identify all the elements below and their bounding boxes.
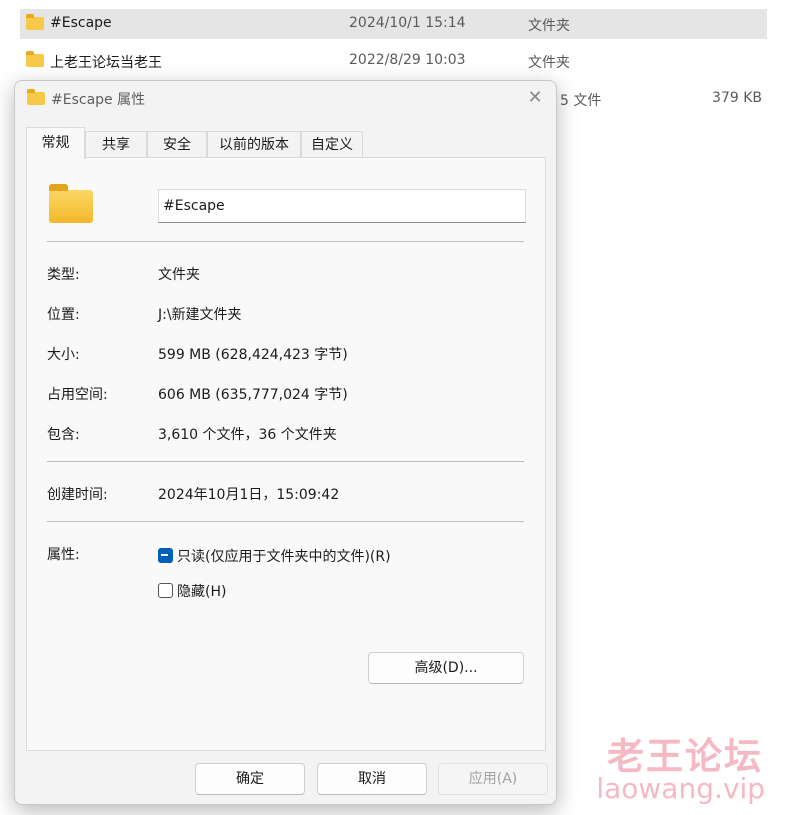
folder-icon [49,184,93,223]
readonly-label[interactable]: 只读(仅应用于文件夹中的文件)(R) [177,546,391,566]
hidden-label[interactable]: 隐藏(H) [177,581,226,601]
tab-sharing[interactable]: 共享 [85,131,147,158]
folder-icon [27,89,45,105]
contains-label: 包含: [47,427,80,443]
cancel-button[interactable]: 取消 [317,763,427,795]
size-label: 大小: [47,347,80,363]
folder-name-input[interactable] [158,189,526,223]
watermark-en: laowang.vip [596,772,765,805]
file-row-laowang[interactable]: 上老王论坛当老王 2022/8/29 10:03 文件夹 [20,46,767,76]
dialog-title: #Escape 属性 [51,92,146,108]
file-size: 379 KB [712,90,762,106]
file-type: 文件夹 [528,55,570,71]
general-panel: 类型: 文件夹 位置: J:\新建文件夹 大小: 599 MB (628,424… [26,157,546,751]
created-value: 2024年10月1日，15:09:42 [158,487,340,503]
tab-previous-versions[interactable]: 以前的版本 [207,131,301,158]
advanced-button[interactable]: 高级(D)... [368,652,524,684]
file-name: #Escape [50,15,112,31]
type-label: 类型: [47,267,80,283]
disk-size-value: 606 MB (635,777,024 字节) [158,387,348,403]
attributes-label: 属性: [47,547,80,563]
file-type-partial: 5 文件 [560,93,602,109]
apply-button[interactable]: 应用(A) [438,763,548,795]
folder-icon [26,14,44,30]
disk-size-label: 占用空间: [47,387,108,403]
location-value: J:\新建文件夹 [158,307,242,323]
type-value: 文件夹 [158,267,200,283]
file-date: 2024/10/1 15:14 [349,15,466,31]
divider [47,461,524,462]
location-label: 位置: [47,307,80,323]
file-row-escape[interactable]: #Escape 2024/10/1 15:14 文件夹 [20,9,767,39]
size-value: 599 MB (628,424,423 字节) [158,347,348,363]
hidden-checkbox[interactable] [158,583,173,598]
tab-security[interactable]: 安全 [147,131,207,158]
tab-customize[interactable]: 自定义 [301,131,363,158]
file-date: 2022/8/29 10:03 [349,52,466,68]
properties-dialog: #Escape 属性 ✕ 常规 共享 安全 以前的版本 自定义 类型: 文件夹 … [14,80,557,805]
created-label: 创建时间: [47,487,108,503]
ok-button[interactable]: 确定 [195,763,305,795]
file-name: 上老王论坛当老王 [50,55,162,71]
folder-icon [26,51,44,67]
tab-general[interactable]: 常规 [26,127,85,159]
readonly-checkbox[interactable] [158,548,173,563]
close-icon[interactable]: ✕ [520,85,550,111]
divider [47,241,524,242]
divider [47,521,524,522]
file-type: 文件夹 [528,18,570,34]
contains-value: 3,610 个文件，36 个文件夹 [158,427,337,443]
